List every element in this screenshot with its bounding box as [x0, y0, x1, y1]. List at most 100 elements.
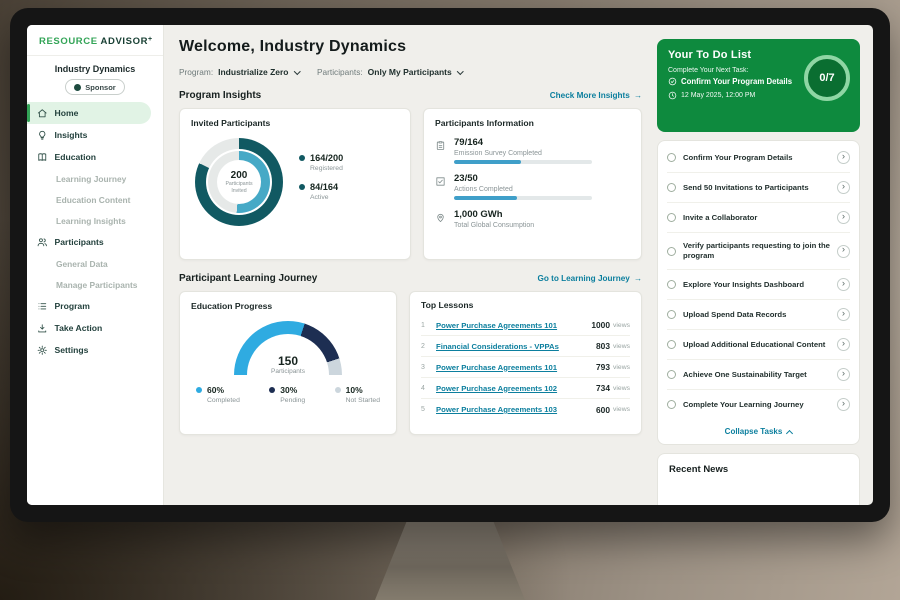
task-row-achieve-sustainability-target[interactable]: Achieve One Sustainability Target › [667, 360, 850, 390]
program-insights-header: Program Insights Check More Insights → [179, 90, 642, 101]
sidebar-item-general-data[interactable]: General Data [27, 253, 163, 274]
gear-icon [37, 345, 48, 356]
sidebar-item-insights[interactable]: Insights [27, 124, 163, 146]
go-to-learning-journey-link[interactable]: Go to Learning Journey → [537, 274, 642, 283]
monitor-stand [375, 518, 525, 600]
sidebar-item-take-action[interactable]: Take Action [27, 317, 163, 339]
chevron-right-icon[interactable]: › [837, 278, 850, 291]
lesson-link[interactable]: Power Purchase Agreements 102 [436, 384, 596, 393]
participants-dropdown[interactable]: Participants: Only My Participants [317, 67, 462, 77]
clock-icon [668, 91, 677, 100]
lesson-rank: 2 [421, 343, 430, 350]
invited-donut-chart: 200 Participants Invited [195, 138, 283, 226]
sidebar-item-label: Insights [55, 130, 88, 140]
task-label: Upload Spend Data Records [683, 310, 830, 320]
sidebar-item-learning-journey[interactable]: Learning Journey [27, 168, 163, 189]
sidebar-item-participants[interactable]: Participants [27, 231, 163, 253]
chevron-right-icon[interactable]: › [837, 181, 850, 194]
checkbox-circle-icon[interactable] [667, 153, 676, 162]
app-logo: RESOURCE ADVISOR+ [27, 36, 163, 56]
chevron-right-icon[interactable]: › [837, 245, 850, 258]
todo-progress-ring: 0/7 [804, 55, 850, 101]
stat-label: Total Global Consumption [454, 222, 534, 229]
link-label: Go to Learning Journey [537, 274, 629, 283]
task-row-invite-collaborator[interactable]: Invite a Collaborator › [667, 203, 850, 233]
sidebar: RESOURCE ADVISOR+ Industry Dynamics Spon… [27, 25, 164, 505]
card-title: Invited Participants [191, 118, 399, 128]
sidebar-item-program[interactable]: Program [27, 295, 163, 317]
sidebar-item-settings[interactable]: Settings [27, 339, 163, 361]
collapse-label: Collapse Tasks [725, 427, 783, 436]
logo-plus: + [148, 36, 153, 43]
lesson-link[interactable]: Power Purchase Agreements 101 [436, 321, 591, 330]
stat-actions-completed: 23/50 Actions Completed [435, 173, 630, 200]
legend-value: 84/164 [310, 182, 338, 192]
main-content: Welcome, Industry Dynamics Program: Indu… [164, 25, 655, 505]
checkbox-circle-icon[interactable] [667, 183, 676, 192]
task-list: Confirm Your Program Details › Send 50 I… [657, 140, 860, 445]
monitor-bezel: RESOURCE ADVISOR+ Industry Dynamics Spon… [10, 8, 890, 522]
arrow-right-icon: → [634, 274, 642, 283]
chevron-down-icon [294, 68, 300, 74]
task-row-explore-insights[interactable]: Explore Your Insights Dashboard › [667, 270, 850, 300]
lesson-row: 5 Power Purchase Agreements 103 600 view… [421, 399, 630, 420]
program-dropdown[interactable]: Program: Industrialize Zero [179, 67, 299, 77]
dashboard-screen: RESOURCE ADVISOR+ Industry Dynamics Spon… [27, 25, 873, 505]
chevron-right-icon[interactable]: › [837, 338, 850, 351]
chevron-right-icon[interactable]: › [837, 151, 850, 164]
legend-value: 30% [280, 385, 297, 395]
sponsor-badge[interactable]: Sponsor [65, 79, 125, 95]
section-title: Participant Learning Journey [179, 273, 317, 284]
stat-value: 23/50 [454, 173, 592, 184]
checkbox-circle-icon[interactable] [667, 340, 676, 349]
org-name: Industry Dynamics [27, 64, 163, 74]
task-row-confirm-program[interactable]: Confirm Your Program Details › [667, 143, 850, 173]
sponsor-badge-label: Sponsor [85, 83, 115, 92]
sidebar-item-home[interactable]: Home [27, 102, 151, 124]
lesson-link[interactable]: Financial Considerations - VPPAs [436, 342, 596, 351]
checkbox-circle-icon[interactable] [667, 280, 676, 289]
task-row-send-invitations[interactable]: Send 50 Invitations to Participants › [667, 173, 850, 203]
invited-donut-inner-ring: 200 Participants Invited [208, 151, 270, 213]
sidebar-item-label: Participants [55, 237, 104, 247]
chevron-right-icon[interactable]: › [837, 368, 850, 381]
checkbox-circle-icon[interactable] [667, 370, 676, 379]
checkbox-circle-icon[interactable] [667, 247, 676, 256]
legend-label: Active [310, 194, 343, 201]
check-more-insights-link[interactable]: Check More Insights → [550, 91, 642, 100]
clipboard-icon [435, 138, 446, 149]
sidebar-item-education-content[interactable]: Education Content [27, 189, 163, 210]
sidebar-item-manage-participants[interactable]: Manage Participants [27, 274, 163, 295]
gauge-center-value: 150 [234, 355, 342, 368]
lesson-views: 600 [596, 405, 610, 415]
education-progress-card: Education Progress 150 Participants 60% … [179, 291, 397, 435]
chevron-right-icon[interactable]: › [837, 211, 850, 224]
list-icon [37, 301, 48, 312]
task-row-upload-spend-data[interactable]: Upload Spend Data Records › [667, 300, 850, 330]
check-circle-icon [668, 77, 677, 86]
task-row-upload-educational-content[interactable]: Upload Additional Educational Content › [667, 330, 850, 360]
chevron-right-icon[interactable]: › [837, 398, 850, 411]
sidebar-subitem-label: Education Content [56, 195, 130, 205]
legend-item-not-started: 10% Not Started [335, 385, 380, 404]
legend-label: Completed [207, 397, 240, 404]
task-row-verify-participants[interactable]: Verify participants requesting to join t… [667, 233, 850, 270]
program-label: Program: [179, 67, 213, 77]
chevron-right-icon[interactable]: › [837, 308, 850, 321]
checkbox-circle-icon[interactable] [667, 310, 676, 319]
stat-global-consumption: 1,000 GWh Total Global Consumption [435, 209, 630, 232]
lesson-link[interactable]: Power Purchase Agreements 101 [436, 363, 596, 372]
legend-item-pending: 30% Pending [269, 385, 305, 404]
sidebar-item-label: Education [55, 152, 97, 162]
sidebar-item-learning-insights[interactable]: Learning Insights [27, 210, 163, 231]
sidebar-item-education[interactable]: Education [27, 146, 163, 168]
sponsor-badge-icon [74, 84, 81, 91]
legend-item-completed: 60% Completed [196, 385, 240, 404]
collapse-tasks-link[interactable]: Collapse Tasks [667, 419, 850, 440]
lesson-rank: 3 [421, 364, 430, 371]
checkbox-circle-icon[interactable] [667, 400, 676, 409]
lesson-link[interactable]: Power Purchase Agreements 103 [436, 405, 596, 414]
task-row-complete-learning-journey[interactable]: Complete Your Learning Journey › [667, 390, 850, 419]
lesson-rank: 5 [421, 406, 430, 413]
checkbox-circle-icon[interactable] [667, 213, 676, 222]
